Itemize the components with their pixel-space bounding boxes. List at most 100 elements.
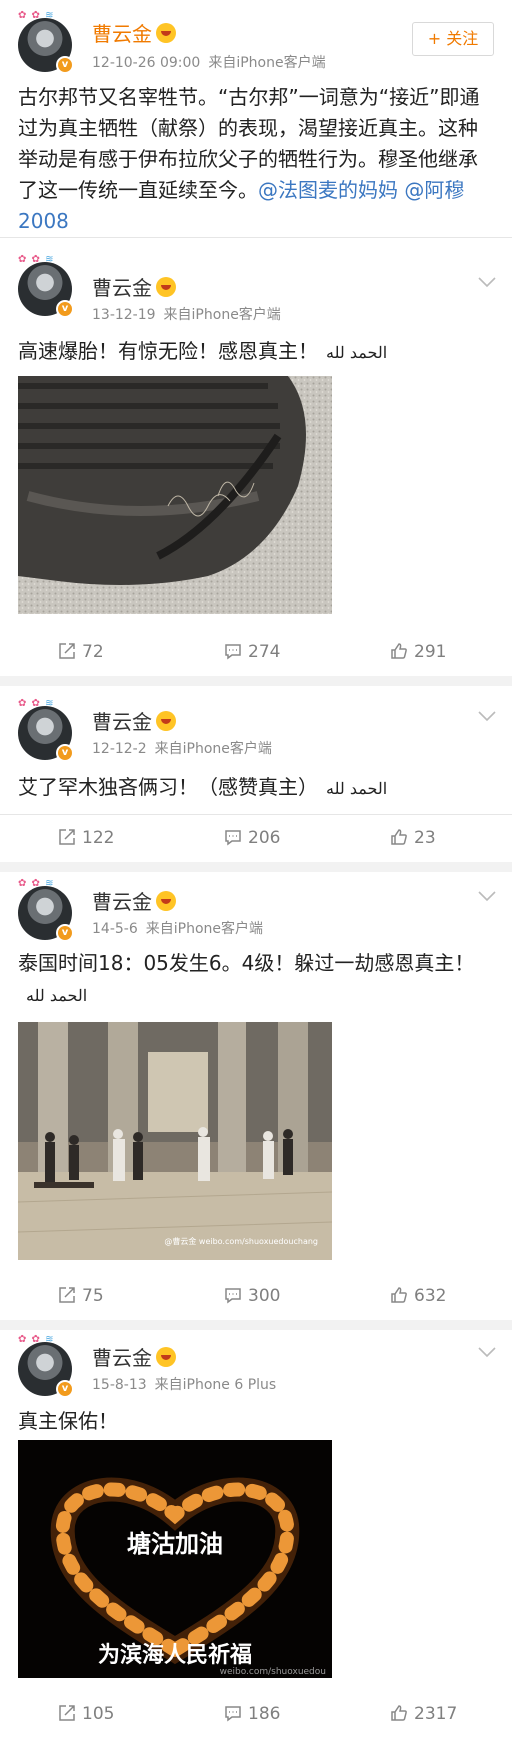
verified-badge-icon: v: [56, 924, 74, 942]
verified-badge-icon: v: [56, 56, 74, 74]
avatar-decoration: ✿ ✿ ≋: [18, 254, 55, 265]
share-button[interactable]: 72: [58, 628, 104, 676]
arabic-text: الحمد لله: [326, 779, 388, 798]
share-count: 72: [82, 642, 104, 662]
avatar[interactable]: ✿ ✿ ≋ v: [18, 698, 74, 762]
thumbs-up-icon: [391, 829, 407, 845]
post-source: 来自iPhone客户端: [154, 741, 272, 757]
post-text: 艾了罕木独吝俩习！（感赞真主） الحمد لله: [18, 775, 388, 799]
vip-badge-icon: [156, 23, 176, 43]
vip-badge-icon: [156, 891, 176, 911]
share-icon: [59, 829, 75, 845]
chevron-down-icon[interactable]: [478, 1346, 496, 1362]
like-count: 2317: [414, 1704, 458, 1724]
comment-button[interactable]: 186: [224, 1690, 280, 1738]
post-meta: 12-12-2 来自iPhone客户端: [92, 738, 272, 758]
share-icon: [59, 1705, 75, 1721]
chevron-down-icon[interactable]: [478, 276, 496, 292]
post-image-tire[interactable]: [18, 376, 332, 614]
author-name[interactable]: 曹云金: [92, 886, 176, 915]
post-date: 13-12-19: [92, 307, 156, 323]
like-count: 23: [414, 828, 436, 848]
avatar[interactable]: ✿ ✿ ≋ v: [18, 10, 74, 74]
comment-button[interactable]: 274: [224, 628, 280, 676]
post-source: 来自iPhone客户端: [208, 55, 326, 71]
action-bar: 75 300 632: [0, 1272, 512, 1320]
avatar-decoration: ✿ ✿ ≋: [18, 698, 55, 709]
comment-button[interactable]: 206: [224, 814, 280, 862]
post-text: 泰国时间18：05发生6。4级！躲过一劫感恩真主！الحمد لله: [18, 951, 475, 1005]
arabic-text: الحمد لله: [326, 343, 388, 362]
chevron-down-icon[interactable]: [478, 710, 496, 726]
post-text: 真主保佑！: [18, 1409, 118, 1433]
avatar-decoration: ✿ ✿ ≋: [18, 10, 55, 21]
share-button[interactable]: 122: [58, 814, 114, 862]
post-text: 古尔邦节又名宰牲节。“古尔邦”一词意为“接近”即通过为真主牺牲（献祭）的表现，渴…: [18, 85, 480, 233]
post-date: 12-12-2: [92, 741, 147, 757]
comment-icon: [225, 830, 241, 846]
post-card: ✿ ✿ ≋ v 曹云金 14-5-6 来自iPhone客户端 泰国时间18：05发…: [0, 872, 512, 1320]
thumbs-up-icon: [391, 1705, 407, 1721]
share-button[interactable]: 105: [58, 1690, 114, 1738]
thumbs-up-icon: [391, 643, 407, 659]
post-source: 来自iPhone 6 Plus: [154, 1377, 277, 1393]
share-button[interactable]: 75: [58, 1272, 104, 1320]
action-bar: 122 206 23: [0, 814, 512, 862]
like-button[interactable]: 291: [390, 628, 446, 676]
share-count: 122: [82, 828, 115, 848]
post-meta: 13-12-19 来自iPhone客户端: [92, 304, 281, 324]
post-card: ✿ ✿ ≋ v 曹云金 12-10-26 09:00 来自iPhone客户端 + …: [0, 0, 512, 238]
vip-badge-icon: [156, 711, 176, 731]
action-bar: 105 186 2317: [0, 1690, 512, 1738]
post-source: 来自iPhone客户端: [163, 307, 281, 323]
avatar[interactable]: ✿ ✿ ≋ v: [18, 878, 74, 942]
post-date: 15-8-13: [92, 1377, 147, 1393]
comment-count: 186: [248, 1704, 281, 1724]
post-meta: 14-5-6 来自iPhone客户端: [92, 918, 263, 938]
image-watermark: weibo.com/shuoxuedou: [220, 1667, 326, 1677]
author-name[interactable]: 曹云金: [92, 18, 176, 47]
post-gap: [0, 862, 512, 872]
author-name[interactable]: 曹云金: [92, 272, 176, 301]
comment-icon: [225, 644, 241, 660]
arabic-text: الحمد لله: [26, 986, 88, 1005]
post-meta: 15-8-13 来自iPhone 6 Plus: [92, 1374, 276, 1394]
like-count: 291: [414, 642, 447, 662]
like-count: 632: [414, 1286, 447, 1306]
like-button[interactable]: 23: [390, 814, 436, 862]
comment-count: 206: [248, 828, 281, 848]
avatar-decoration: ✿ ✿ ≋: [18, 878, 55, 889]
vip-badge-icon: [156, 277, 176, 297]
verified-badge-icon: v: [56, 1380, 74, 1398]
post-date: 12-10-26 09:00: [92, 55, 201, 71]
comment-icon: [225, 1288, 241, 1304]
author-name[interactable]: 曹云金: [92, 1342, 176, 1371]
comment-count: 300: [248, 1286, 281, 1306]
like-button[interactable]: 2317: [390, 1690, 457, 1738]
comment-count: 274: [248, 642, 281, 662]
verified-badge-icon: v: [56, 744, 74, 762]
thumbs-up-icon: [391, 1287, 407, 1303]
follow-button[interactable]: + 关注: [412, 22, 494, 56]
author-name[interactable]: 曹云金: [92, 706, 176, 735]
mention-link[interactable]: @法图麦的妈妈: [258, 178, 398, 202]
post-card: ✿ ✿ ≋ v 曹云金 15-8-13 来自iPhone 6 Plus 真主保佑！…: [0, 1330, 512, 1738]
image-caption-1: 塘沽加油: [127, 1530, 223, 1558]
post-gap: [0, 676, 512, 686]
share-count: 75: [82, 1286, 104, 1306]
post-image-candles[interactable]: 塘沽加油 为滨海人民祈福 weibo.com/shuoxuedou: [18, 1440, 332, 1678]
share-icon: [59, 643, 75, 659]
avatar[interactable]: ✿ ✿ ≋ v: [18, 254, 74, 318]
comment-button[interactable]: 300: [224, 1272, 280, 1320]
post-image-hotel-lobby[interactable]: @曹云金 weibo.com/shuoxuedouchang: [18, 1022, 332, 1260]
image-watermark: @曹云金 weibo.com/shuoxuedouchang: [164, 1236, 318, 1246]
like-button[interactable]: 632: [390, 1272, 446, 1320]
image-caption-2: 为滨海人民祈福: [98, 1642, 252, 1668]
post-card: ✿ ✿ ≋ v 曹云金 12-12-2 来自iPhone客户端 艾了罕木独吝俩习！…: [0, 686, 512, 862]
post-text: 高速爆胎！有惊无险！感恩真主！ الحمد لله: [18, 339, 388, 363]
share-count: 105: [82, 1704, 115, 1724]
chevron-down-icon[interactable]: [478, 890, 496, 906]
avatar-decoration: ✿ ✿ ≋: [18, 1334, 55, 1345]
post-card: ✿ ✿ ≋ v 曹云金 13-12-19 来自iPhone客户端 高速爆胎！有惊无…: [0, 238, 512, 676]
avatar[interactable]: ✿ ✿ ≋ v: [18, 1334, 74, 1398]
